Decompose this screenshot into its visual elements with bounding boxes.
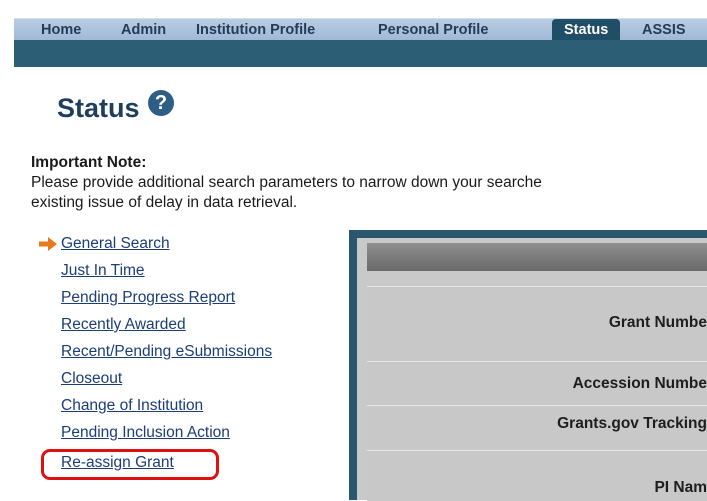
tab-institution-profile[interactable]: Institution Profile (196, 22, 315, 38)
row-label-accession-number: Accession Numbe (572, 375, 707, 392)
link-closeout[interactable]: Closeout (61, 370, 122, 388)
tab-home[interactable]: Home (41, 22, 81, 38)
link-pending-inclusion-action[interactable]: Pending Inclusion Action (61, 424, 230, 442)
row-label-grant-number: Grant Numbe (608, 314, 707, 331)
note-line-2: existing issue of delay in data retrieva… (31, 194, 298, 211)
row-label-grants-gov-tracking: Grants.gov Tracking (557, 415, 707, 432)
link-recent-pending-esubmissions[interactable]: Recent/Pending eSubmissions (61, 343, 272, 361)
link-recently-awarded[interactable]: Recently Awarded (61, 316, 186, 334)
row-label-pi-name: PI Nam (654, 479, 707, 496)
page-title: Status (57, 93, 140, 123)
link-just-in-time[interactable]: Just In Time (61, 262, 145, 280)
note-text: Please provide additional search paramet… (31, 173, 707, 213)
link-general-search[interactable]: General Search (61, 235, 170, 253)
question-circle-icon[interactable]: ? (148, 90, 174, 116)
table-row: Grant Numbe (367, 286, 707, 361)
link-pending-progress-report[interactable]: Pending Progress Report (61, 289, 235, 307)
link-change-of-institution[interactable]: Change of Institution (61, 397, 203, 415)
tab-personal-profile[interactable]: Personal Profile (378, 22, 488, 38)
nav-subbar (14, 40, 707, 67)
search-panel: Grant Numbe Accession Numbe Grants.gov T… (349, 230, 707, 501)
tab-assist[interactable]: ASSIS (642, 22, 686, 38)
note-line-1: Please provide additional search paramet… (31, 174, 542, 191)
table-row: Accession Numbe (367, 361, 707, 405)
note-title: Important Note: (31, 154, 147, 171)
table-row: Grants.gov Tracking (367, 405, 707, 450)
table-row: PI Nam (367, 450, 707, 501)
table-header (367, 243, 707, 271)
tab-status[interactable]: Status (552, 19, 621, 41)
arrow-right-icon (39, 237, 57, 251)
highlight-annotation (41, 449, 219, 480)
search-table: Grant Numbe Accession Numbe Grants.gov T… (357, 238, 707, 501)
top-navigation: Home Admin Institution Profile Personal … (14, 18, 707, 41)
tab-admin[interactable]: Admin (121, 22, 166, 38)
